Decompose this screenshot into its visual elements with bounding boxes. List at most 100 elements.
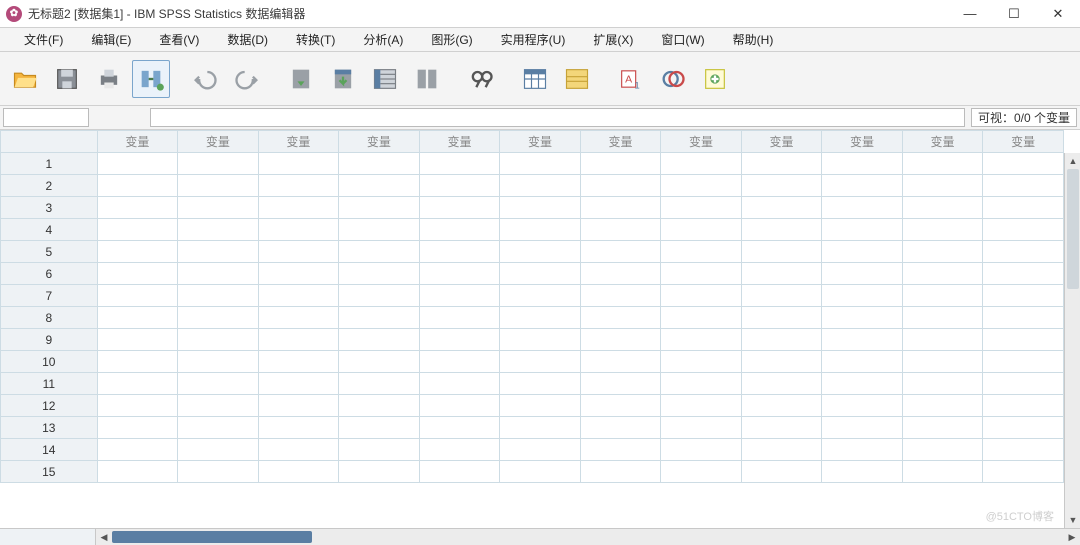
grid-cell[interactable] bbox=[902, 395, 983, 417]
grid-cell[interactable] bbox=[741, 241, 822, 263]
grid-cell[interactable] bbox=[339, 241, 420, 263]
grid-cell[interactable] bbox=[419, 241, 500, 263]
row-header[interactable]: 2 bbox=[1, 175, 98, 197]
grid-cell[interactable] bbox=[339, 153, 420, 175]
row-header[interactable]: 7 bbox=[1, 285, 98, 307]
row-header[interactable]: 9 bbox=[1, 329, 98, 351]
grid-cell[interactable] bbox=[419, 263, 500, 285]
use-sets-icon[interactable] bbox=[654, 60, 692, 98]
grid-cell[interactable] bbox=[97, 417, 178, 439]
grid-cell[interactable] bbox=[580, 197, 661, 219]
grid-cell[interactable] bbox=[500, 373, 581, 395]
grid-cell[interactable] bbox=[580, 439, 661, 461]
menu-file[interactable]: 文件(F) bbox=[10, 28, 77, 52]
grid-cell[interactable] bbox=[661, 153, 742, 175]
grid-cell[interactable] bbox=[822, 461, 903, 483]
column-header[interactable]: 变量 bbox=[258, 131, 339, 153]
grid-cell[interactable] bbox=[178, 263, 259, 285]
goto-case-icon[interactable] bbox=[282, 60, 320, 98]
grid-cell[interactable] bbox=[741, 395, 822, 417]
grid-cell[interactable] bbox=[822, 329, 903, 351]
grid-cell[interactable] bbox=[500, 263, 581, 285]
grid-cell[interactable] bbox=[580, 219, 661, 241]
column-header[interactable]: 变量 bbox=[741, 131, 822, 153]
grid-cell[interactable] bbox=[500, 461, 581, 483]
column-header[interactable]: 变量 bbox=[983, 131, 1064, 153]
grid-cell[interactable] bbox=[419, 197, 500, 219]
grid-cell[interactable] bbox=[419, 285, 500, 307]
select-cases-icon[interactable] bbox=[516, 60, 554, 98]
grid-cell[interactable] bbox=[97, 153, 178, 175]
grid-cell[interactable] bbox=[902, 373, 983, 395]
grid-cell[interactable] bbox=[339, 373, 420, 395]
grid-cell[interactable] bbox=[741, 461, 822, 483]
grid-cell[interactable] bbox=[500, 351, 581, 373]
grid-cell[interactable] bbox=[339, 307, 420, 329]
grid-cell[interactable] bbox=[178, 175, 259, 197]
column-header[interactable]: 变量 bbox=[661, 131, 742, 153]
grid-cell[interactable] bbox=[500, 175, 581, 197]
grid-cell[interactable] bbox=[419, 219, 500, 241]
grid-cell[interactable] bbox=[741, 197, 822, 219]
grid-cell[interactable] bbox=[258, 329, 339, 351]
column-header[interactable]: 变量 bbox=[902, 131, 983, 153]
menu-view[interactable]: 查看(V) bbox=[145, 28, 213, 52]
hscroll-track[interactable] bbox=[112, 529, 1064, 545]
grid-cell[interactable] bbox=[178, 197, 259, 219]
grid-cell[interactable] bbox=[822, 241, 903, 263]
grid-cell[interactable] bbox=[741, 219, 822, 241]
menu-data[interactable]: 数据(D) bbox=[213, 28, 282, 52]
grid-cell[interactable] bbox=[983, 439, 1064, 461]
window-maximize-button[interactable]: ☐ bbox=[992, 0, 1036, 28]
grid-cell[interactable] bbox=[178, 373, 259, 395]
grid-cell[interactable] bbox=[580, 153, 661, 175]
grid-cell[interactable] bbox=[741, 351, 822, 373]
grid-cell[interactable] bbox=[741, 439, 822, 461]
grid-cell[interactable] bbox=[500, 241, 581, 263]
grid-cell[interactable] bbox=[983, 197, 1064, 219]
grid-cell[interactable] bbox=[661, 197, 742, 219]
grid-cell[interactable] bbox=[419, 461, 500, 483]
grid-cell[interactable] bbox=[258, 395, 339, 417]
grid-cell[interactable] bbox=[983, 395, 1064, 417]
grid-cell[interactable] bbox=[741, 285, 822, 307]
save-icon[interactable] bbox=[48, 60, 86, 98]
grid-cell[interactable] bbox=[822, 263, 903, 285]
grid-cell[interactable] bbox=[983, 329, 1064, 351]
grid-cell[interactable] bbox=[339, 175, 420, 197]
grid-cell[interactable] bbox=[822, 307, 903, 329]
grid-cell[interactable] bbox=[178, 241, 259, 263]
grid-cell[interactable] bbox=[983, 461, 1064, 483]
scroll-down-icon[interactable]: ▼ bbox=[1065, 512, 1080, 528]
grid-cell[interactable] bbox=[97, 461, 178, 483]
horizontal-scrollbar[interactable]: ◀ ▶ bbox=[0, 528, 1080, 545]
row-header[interactable]: 11 bbox=[1, 373, 98, 395]
grid-cell[interactable] bbox=[178, 285, 259, 307]
grid-cell[interactable] bbox=[741, 373, 822, 395]
grid-cell[interactable] bbox=[500, 395, 581, 417]
find-icon[interactable] bbox=[462, 60, 500, 98]
column-header[interactable]: 变量 bbox=[822, 131, 903, 153]
grid-cell[interactable] bbox=[822, 197, 903, 219]
grid-cell[interactable] bbox=[822, 153, 903, 175]
grid-cell[interactable] bbox=[97, 351, 178, 373]
grid-cell[interactable] bbox=[500, 417, 581, 439]
grid-cell[interactable] bbox=[500, 307, 581, 329]
grid-cell[interactable] bbox=[500, 285, 581, 307]
grid-cell[interactable] bbox=[983, 285, 1064, 307]
grid-cell[interactable] bbox=[97, 175, 178, 197]
grid-cell[interactable] bbox=[97, 197, 178, 219]
grid-cell[interactable] bbox=[419, 395, 500, 417]
menu-edit[interactable]: 编辑(E) bbox=[77, 28, 145, 52]
grid-cell[interactable] bbox=[258, 263, 339, 285]
grid-cell[interactable] bbox=[661, 241, 742, 263]
split-file-icon[interactable] bbox=[558, 60, 596, 98]
column-header[interactable]: 变量 bbox=[339, 131, 420, 153]
grid-cell[interactable] bbox=[741, 329, 822, 351]
column-header[interactable]: 变量 bbox=[419, 131, 500, 153]
grid-cell[interactable] bbox=[741, 153, 822, 175]
grid-corner[interactable] bbox=[1, 131, 98, 153]
grid-cell[interactable] bbox=[258, 175, 339, 197]
formula-input[interactable] bbox=[150, 108, 965, 127]
grid-cell[interactable] bbox=[822, 417, 903, 439]
